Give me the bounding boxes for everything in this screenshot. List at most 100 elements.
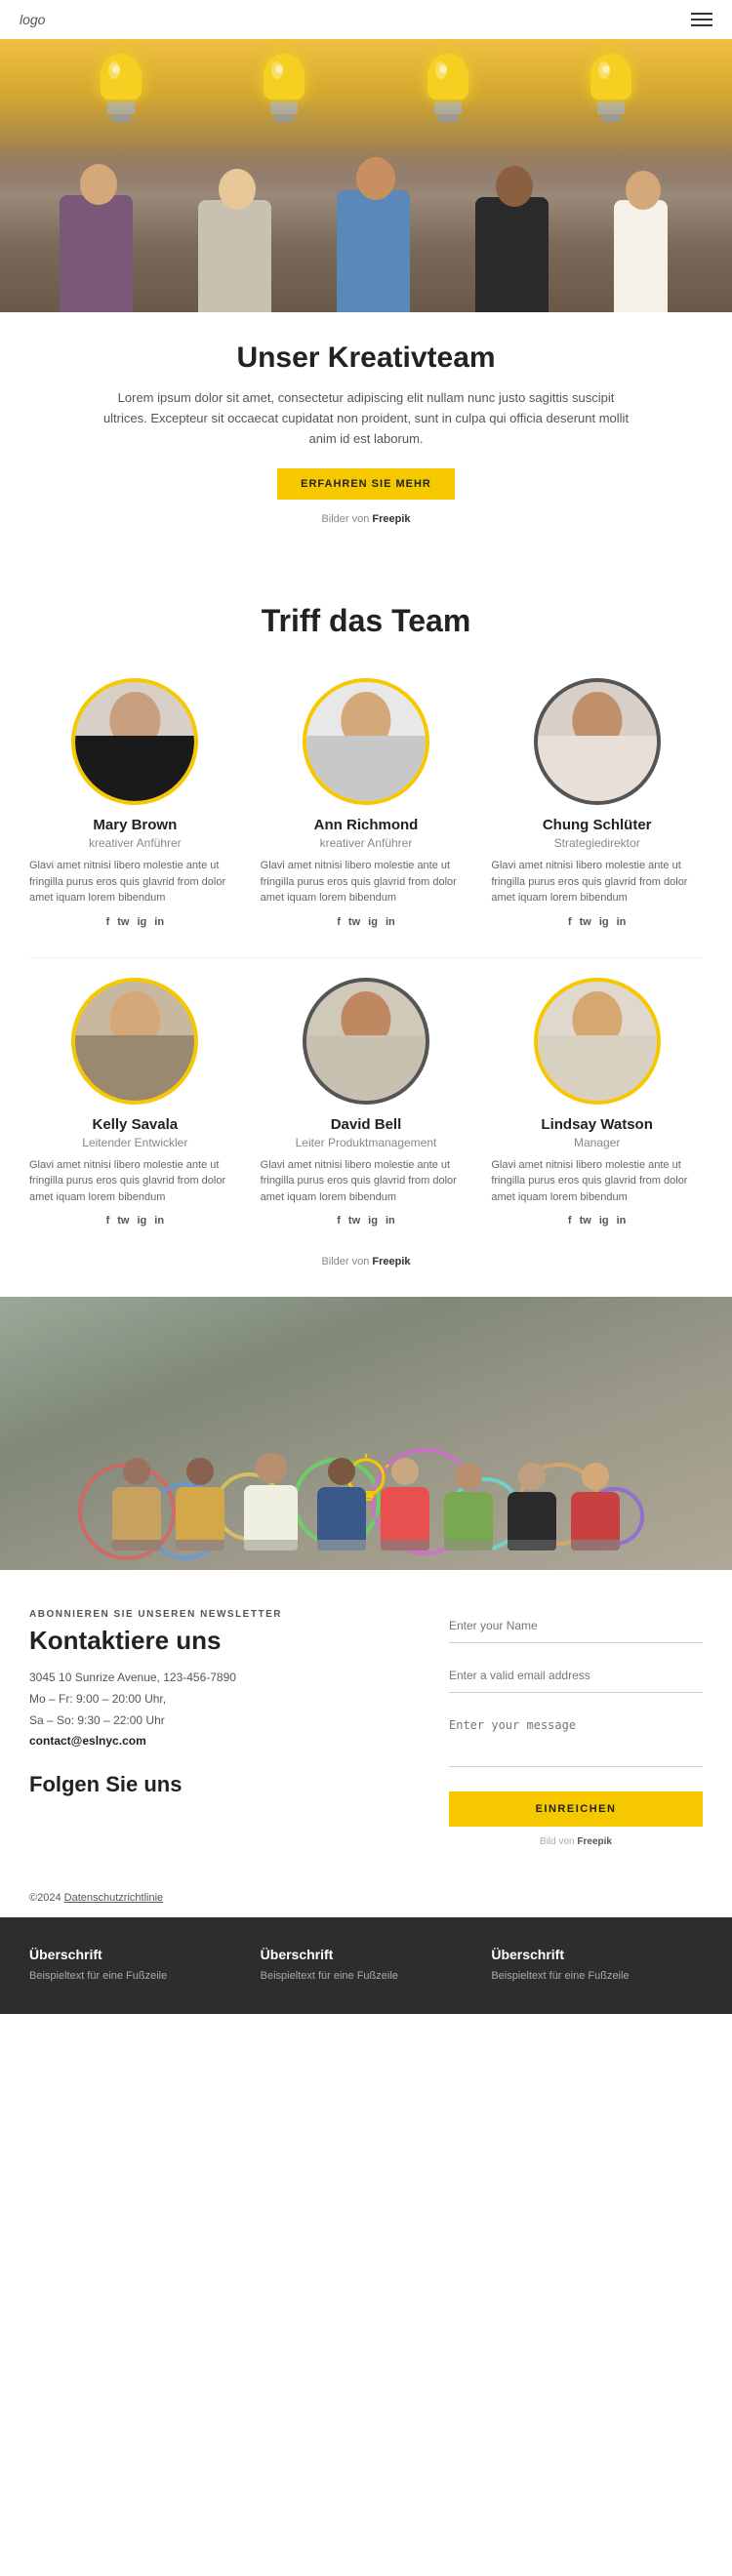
member-name-5: David Bell — [331, 1116, 402, 1133]
contact-section: ABONNIEREN SIE UNSEREN NEWSLETTER Kontak… — [0, 1570, 732, 1886]
footer-col-3: Überschrift Beispieltext für eine Fußzei… — [491, 1947, 703, 1985]
twitter-icon-6[interactable]: tw — [580, 1215, 591, 1227]
bulb-icon-4 — [585, 54, 638, 122]
people-area — [0, 146, 732, 312]
member-name-3: Chung Schlüter — [543, 817, 652, 833]
member-photo-4 — [71, 978, 198, 1105]
instagram-icon-5[interactable]: ig — [368, 1215, 378, 1227]
hamburger-menu[interactable] — [691, 13, 712, 26]
team-member-4: Kelly Savala Leitender Entwickler Glavi … — [29, 978, 241, 1228]
member-socials-2: f tw ig in — [337, 916, 394, 928]
form-submit-button[interactable]: EINREICHEN — [449, 1791, 703, 1827]
twitter-icon-5[interactable]: tw — [348, 1215, 360, 1227]
form-message-input[interactable] — [449, 1709, 703, 1767]
newsletter-label: ABONNIEREN SIE UNSEREN NEWSLETTER — [29, 1609, 420, 1620]
facebook-icon-4[interactable]: f — [106, 1215, 110, 1227]
seated-person-2 — [169, 1458, 232, 1550]
twitter-icon-4[interactable]: tw — [117, 1215, 129, 1227]
team-freepik-link[interactable]: Freepik — [372, 1256, 410, 1268]
hero-person-5 — [614, 166, 672, 312]
hero-cta-button[interactable]: ERFAHREN SIE MEHR — [277, 468, 455, 500]
member-role-1: kreativer Anführer — [89, 836, 182, 850]
member-photo-person-2 — [306, 682, 426, 801]
team-grid-row1: Mary Brown kreativer Anführer Glavi amet… — [29, 678, 703, 928]
linkedin-icon-4[interactable]: in — [154, 1215, 164, 1227]
facebook-icon-6[interactable]: f — [568, 1215, 572, 1227]
linkedin-icon-2[interactable]: in — [386, 916, 395, 928]
seated-person-3 — [232, 1453, 310, 1550]
member-role-2: kreativer Anführer — [320, 836, 413, 850]
bulb-icon-2 — [258, 54, 311, 122]
member-photo-person-6 — [538, 982, 657, 1101]
member-photo-6 — [534, 978, 661, 1105]
member-desc-4: Glavi amet nitnisi libero molestie ante … — [29, 1157, 241, 1206]
menu-line1 — [691, 13, 712, 15]
instagram-icon-2[interactable]: ig — [368, 916, 378, 928]
linkedin-icon-1[interactable]: in — [154, 916, 164, 928]
hero-person-2 — [198, 166, 276, 312]
seated-person-1 — [105, 1458, 169, 1550]
form-freepik-link[interactable]: Freepik — [577, 1836, 612, 1847]
team-member-5: David Bell Leiter Produktmanagement Glav… — [261, 978, 472, 1228]
contact-title: Kontaktiere uns — [29, 1626, 420, 1656]
facebook-icon-1[interactable]: f — [106, 916, 110, 928]
member-photo-person-4 — [75, 982, 194, 1101]
footer-title-3: Überschrift — [491, 1947, 703, 1962]
menu-line3 — [691, 24, 712, 26]
member-name-2: Ann Richmond — [314, 817, 419, 833]
member-photo-5 — [303, 978, 429, 1105]
group-image-section — [0, 1297, 732, 1570]
contact-right: EINREICHEN Bild von Freepik — [449, 1609, 703, 1847]
facebook-icon-3[interactable]: f — [568, 916, 572, 928]
menu-line2 — [691, 19, 712, 20]
linkedin-icon-6[interactable]: in — [617, 1215, 627, 1227]
facebook-icon-2[interactable]: f — [337, 916, 341, 928]
instagram-icon-6[interactable]: ig — [599, 1215, 609, 1227]
member-desc-1: Glavi amet nitnisi libero molestie ante … — [29, 858, 241, 906]
member-role-4: Leitender Entwickler — [82, 1136, 187, 1149]
instagram-icon-1[interactable]: ig — [138, 916, 147, 928]
member-photo-person-5 — [306, 982, 426, 1101]
footer-subtitle-2: Beispieltext für eine Fußzeile — [261, 1968, 472, 1985]
hero-description: Lorem ipsum dolor sit amet, consectetur … — [98, 388, 634, 449]
member-role-6: Manager — [574, 1136, 620, 1149]
bulb-icon-3 — [421, 54, 474, 122]
hero-person-3 — [337, 161, 415, 312]
form-email-input[interactable] — [449, 1659, 703, 1693]
seated-person-6 — [437, 1463, 501, 1550]
twitter-icon-1[interactable]: tw — [117, 916, 129, 928]
twitter-icon-2[interactable]: tw — [348, 916, 360, 928]
hero-freepik-link[interactable]: Freepik — [372, 513, 410, 525]
header: logo — [0, 0, 732, 39]
footer-subtitle-1: Beispieltext für eine Fußzeile — [29, 1968, 241, 1985]
twitter-icon-3[interactable]: tw — [580, 916, 591, 928]
hero-person-1 — [60, 166, 138, 312]
form-name-input[interactable] — [449, 1609, 703, 1643]
footer-col-1: Überschrift Beispieltext für eine Fußzei… — [29, 1947, 241, 1985]
datenschutz-link[interactable]: Datenschutzrichtlinie — [64, 1892, 164, 1904]
linkedin-icon-3[interactable]: in — [617, 916, 627, 928]
seated-person-4 — [310, 1458, 374, 1550]
hero-content: Unser Kreativteam Lorem ipsum dolor sit … — [0, 312, 732, 554]
linkedin-icon-5[interactable]: in — [386, 1215, 395, 1227]
copyright-text: ©2024 — [29, 1892, 61, 1904]
member-photo-person-1 — [75, 682, 194, 801]
footer-subtitle-3: Beispieltext für eine Fußzeile — [491, 1968, 703, 1985]
contact-hours1: Mo – Fr: 9:00 – 20:00 Uhr, — [29, 1689, 420, 1711]
instagram-icon-3[interactable]: ig — [599, 916, 609, 928]
instagram-icon-4[interactable]: ig — [138, 1215, 147, 1227]
contact-info: 3045 10 Sunrize Avenue, 123-456-7890 Mo … — [29, 1668, 420, 1751]
bulb-row — [0, 44, 732, 132]
copyright: ©2024 Datenschutzrichtlinie — [0, 1886, 732, 1917]
facebook-icon-5[interactable]: f — [337, 1215, 341, 1227]
team-section: Triff das Team Mary Brown kreativer Anfü… — [0, 554, 732, 1297]
contact-address: 3045 10 Sunrize Avenue, 123-456-7890 — [29, 1668, 420, 1689]
team-title: Triff das Team — [29, 603, 703, 639]
form-freepik-credit: Bild von Freepik — [449, 1836, 703, 1847]
logo: logo — [20, 12, 45, 27]
footer: Überschrift Beispieltext für eine Fußzei… — [0, 1917, 732, 2014]
contact-hours2: Sa – So: 9:30 – 22:00 Uhr — [29, 1711, 420, 1732]
member-role-5: Leiter Produktmanagement — [296, 1136, 437, 1149]
contact-left: ABONNIEREN SIE UNSEREN NEWSLETTER Kontak… — [29, 1609, 420, 1847]
follow-title: Folgen Sie uns — [29, 1772, 420, 1797]
